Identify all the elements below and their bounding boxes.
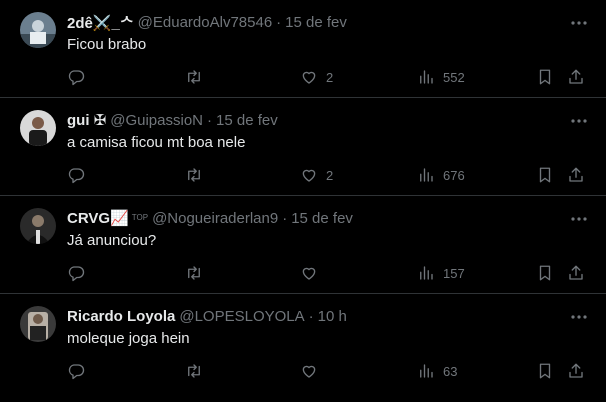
- bookmark-button[interactable]: [536, 361, 554, 381]
- views-button[interactable]: 552: [417, 67, 465, 87]
- share-icon: [569, 167, 583, 182]
- reply-button[interactable]: [67, 263, 85, 283]
- handle[interactable]: @GuipassioN: [110, 112, 203, 129]
- retweet-button[interactable]: [185, 165, 203, 185]
- views-icon: [420, 364, 433, 378]
- views-button[interactable]: 157: [417, 263, 465, 283]
- tweet[interactable]: 2dê⚔️_ᄉ @EduardoAlv78546 · 15 de fev Fic…: [0, 0, 606, 98]
- separator: ·: [308, 307, 314, 325]
- like-count: 2: [326, 69, 334, 85]
- view-count: 63: [443, 363, 458, 379]
- like-button[interactable]: [300, 361, 326, 381]
- share-button[interactable]: [567, 165, 585, 185]
- retweet-button[interactable]: [185, 263, 203, 283]
- like-button[interactable]: 2: [300, 165, 333, 185]
- more-options-icon[interactable]: [570, 14, 588, 32]
- views-icon: [420, 168, 433, 182]
- tweet[interactable]: CRVG📈 TOP @Nogueiraderlan9 · 15 de fev J…: [0, 196, 606, 294]
- avatar[interactable]: [20, 12, 56, 48]
- bookmark-button[interactable]: [536, 67, 554, 87]
- heart-icon: [302, 267, 316, 280]
- display-name[interactable]: CRVG📈: [67, 209, 129, 227]
- reply-button[interactable]: [67, 361, 85, 381]
- separator: ·: [276, 13, 282, 31]
- reply-icon: [68, 168, 85, 184]
- views-icon: [420, 266, 433, 280]
- timestamp[interactable]: 10 h: [318, 308, 347, 325]
- tweet-text: a camisa ficou mt boa nele: [67, 134, 246, 151]
- handle[interactable]: @Nogueiraderlan9: [152, 210, 278, 227]
- top-badge: TOP: [131, 213, 149, 222]
- tweet-header: Ricardo Loyola @LOPESLOYOLA · 10 h: [67, 306, 347, 326]
- action-bar: 2 552: [67, 67, 587, 87]
- avatar[interactable]: [20, 208, 56, 244]
- separator: ·: [282, 209, 288, 227]
- like-button[interactable]: 2: [300, 67, 333, 87]
- retweet-button[interactable]: [185, 361, 203, 381]
- tweet[interactable]: gui ✠ @GuipassioN · 15 de fev a camisa f…: [0, 98, 606, 196]
- timestamp[interactable]: 15 de fev: [285, 14, 347, 31]
- reply-button[interactable]: [67, 67, 85, 87]
- heart-icon: [302, 169, 316, 182]
- like-count: 2: [326, 167, 334, 183]
- bookmark-button[interactable]: [536, 165, 554, 185]
- view-count: 552: [443, 69, 465, 85]
- action-bar: 63: [67, 361, 587, 381]
- avatar[interactable]: [20, 110, 56, 146]
- timestamp[interactable]: 15 de fev: [216, 112, 278, 129]
- more-options-icon[interactable]: [570, 210, 588, 228]
- bookmark-button[interactable]: [536, 263, 554, 283]
- share-icon: [569, 69, 583, 84]
- heart-icon: [302, 71, 316, 84]
- bookmark-icon: [539, 363, 551, 379]
- display-name[interactable]: gui ✠: [67, 111, 106, 129]
- tweet-text: moleque joga hein: [67, 330, 190, 347]
- views-icon: [420, 70, 433, 84]
- bookmark-icon: [539, 265, 551, 281]
- timestamp[interactable]: 15 de fev: [291, 210, 353, 227]
- reply-icon: [68, 266, 85, 282]
- share-icon: [569, 363, 583, 378]
- bookmark-icon: [539, 69, 551, 85]
- tweet-text: Ficou brabo: [67, 36, 147, 53]
- reply-button[interactable]: [67, 165, 85, 185]
- share-icon: [569, 265, 583, 280]
- share-button[interactable]: [567, 263, 585, 283]
- view-count: 157: [443, 265, 465, 281]
- share-button[interactable]: [567, 361, 585, 381]
- bookmark-icon: [539, 167, 551, 183]
- separator: ·: [207, 111, 212, 129]
- action-bar: 2 676: [67, 165, 587, 185]
- handle[interactable]: @EduardoAlv78546: [138, 14, 273, 31]
- reply-feed: 2dê⚔️_ᄉ @EduardoAlv78546 · 15 de fev Fic…: [0, 0, 606, 402]
- heart-icon: [302, 365, 316, 378]
- reply-icon: [68, 70, 85, 86]
- action-bar: 157: [67, 263, 587, 283]
- like-button[interactable]: [300, 263, 326, 283]
- retweet-icon: [188, 70, 200, 84]
- retweet-icon: [188, 364, 200, 378]
- avatar[interactable]: [20, 306, 56, 342]
- tweet-header: CRVG📈 TOP @Nogueiraderlan9 · 15 de fev: [67, 208, 353, 228]
- handle[interactable]: @LOPESLOYOLA: [179, 308, 304, 325]
- tweet-text: Já anunciou?: [67, 232, 157, 249]
- tweet-header: 2dê⚔️_ᄉ @EduardoAlv78546 · 15 de fev: [67, 12, 347, 32]
- reply-icon: [68, 364, 85, 380]
- views-button[interactable]: 676: [417, 165, 465, 185]
- more-options-icon[interactable]: [570, 112, 588, 130]
- display-name[interactable]: 2dê⚔️_ᄉ: [67, 12, 134, 33]
- more-options-icon[interactable]: [570, 308, 588, 326]
- view-count: 676: [443, 167, 465, 183]
- tweet-header: gui ✠ @GuipassioN · 15 de fev: [67, 110, 278, 130]
- display-name[interactable]: Ricardo Loyola: [67, 308, 175, 325]
- views-button[interactable]: 63: [417, 361, 457, 381]
- retweet-icon: [188, 266, 200, 280]
- tweet[interactable]: Ricardo Loyola @LOPESLOYOLA · 10 h moleq…: [0, 294, 606, 398]
- retweet-button[interactable]: [185, 67, 203, 87]
- share-button[interactable]: [567, 67, 585, 87]
- retweet-icon: [188, 168, 200, 182]
